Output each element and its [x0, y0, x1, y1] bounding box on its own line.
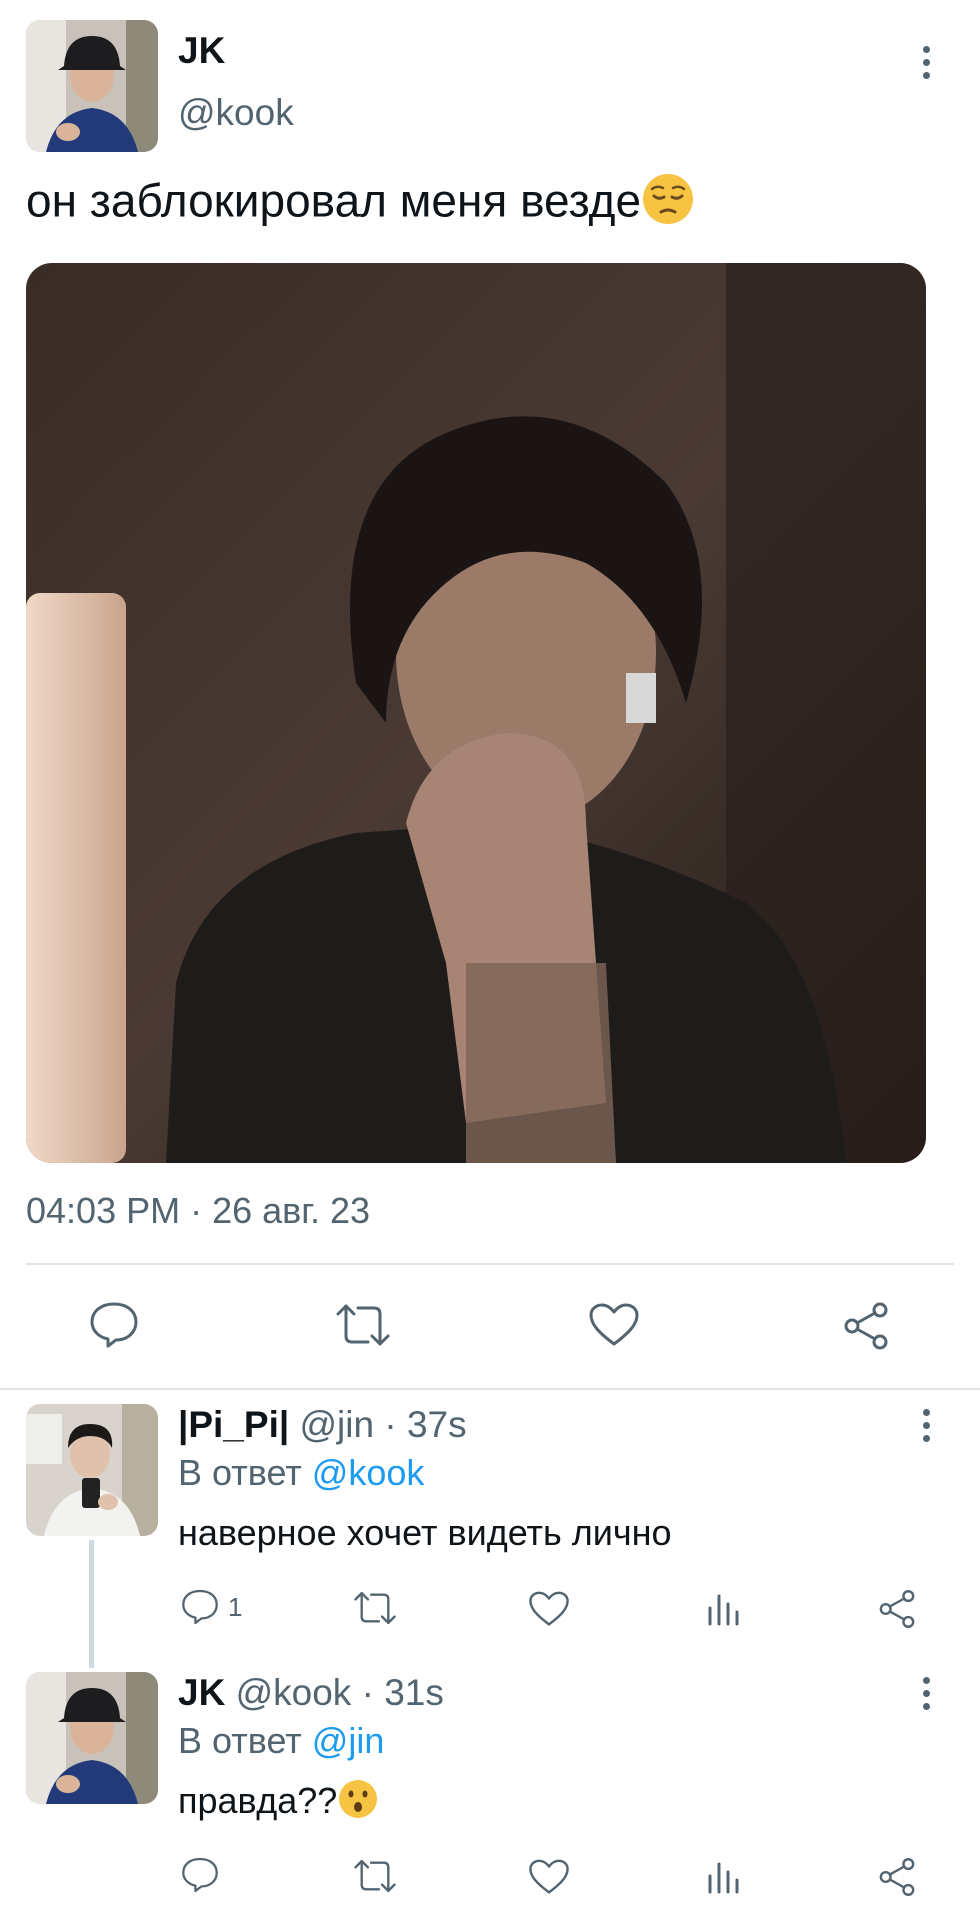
like-button[interactable]	[588, 1302, 640, 1348]
retweet-icon	[336, 1304, 390, 1346]
reply-author-handle[interactable]: @jin	[299, 1404, 374, 1445]
retweet-icon	[354, 1859, 396, 1893]
reply-button[interactable]	[180, 1856, 220, 1894]
analytics-button[interactable]	[706, 1590, 740, 1626]
reply-header: JK @kook · 31s	[178, 1672, 444, 1714]
analytics-icon	[708, 1594, 739, 1626]
analytics-button[interactable]	[706, 1858, 740, 1894]
reply-text: наверное хочет видеть лично	[178, 1512, 672, 1553]
reply-avatar[interactable]	[26, 1672, 158, 1804]
more-options-icon[interactable]	[911, 40, 941, 84]
reply-time[interactable]: · 37s	[384, 1404, 466, 1445]
reply-author-name[interactable]: JK	[178, 1672, 225, 1713]
author-name[interactable]: JK	[178, 30, 225, 72]
replying-to: В ответ @jin	[178, 1720, 384, 1762]
reply-time[interactable]: · 31s	[362, 1672, 444, 1713]
share-icon	[879, 1590, 915, 1628]
tweet-timestamp[interactable]: 04:03 PM · 26 авг. 23	[26, 1190, 370, 1232]
replying-to: В ответ @kook	[178, 1452, 424, 1494]
heart-icon	[529, 1859, 569, 1894]
reply-icon	[182, 1589, 218, 1625]
retweet-button[interactable]	[334, 1302, 392, 1348]
reply-count: 1	[228, 1591, 243, 1622]
retweet-button[interactable]	[352, 1590, 398, 1626]
share-button[interactable]	[840, 1300, 892, 1352]
share-icon	[844, 1302, 888, 1350]
share-button[interactable]	[876, 1856, 918, 1898]
reply-text-line: правда??	[178, 1778, 379, 1829]
thread-line	[89, 1540, 94, 1668]
heart-icon	[589, 1303, 639, 1346]
like-button[interactable]	[528, 1858, 570, 1896]
hushed-face-emoji-icon	[337, 1778, 379, 1829]
share-button[interactable]	[876, 1588, 918, 1630]
reply-button[interactable]: 1	[180, 1588, 242, 1626]
replying-to-label: В ответ	[178, 1720, 302, 1761]
analytics-icon	[708, 1862, 739, 1894]
reply-author-handle[interactable]: @kook	[236, 1672, 352, 1713]
like-button[interactable]	[528, 1590, 570, 1628]
tweet-text-line: он заблокировал меня везде	[26, 172, 695, 237]
section-divider	[0, 1388, 980, 1390]
reply-avatar[interactable]	[26, 1404, 158, 1536]
replying-to-handle[interactable]: @kook	[312, 1452, 425, 1493]
replying-to-label: В ответ	[178, 1452, 302, 1493]
divider	[26, 1263, 954, 1265]
reply-header: |Pi_Pi| @jin · 37s	[178, 1404, 467, 1446]
author-avatar[interactable]	[26, 20, 158, 152]
author-handle[interactable]: @kook	[178, 92, 294, 134]
tweet-text: он заблокировал меня везде	[26, 174, 642, 227]
reply-author-name[interactable]: |Pi_Pi|	[178, 1404, 289, 1445]
pensive-face-emoji-icon	[641, 172, 695, 237]
reply-text: правда??	[178, 1780, 338, 1822]
heart-icon	[529, 1591, 569, 1626]
retweet-button[interactable]	[352, 1858, 398, 1894]
replying-to-handle[interactable]: @jin	[312, 1720, 385, 1761]
more-options-icon[interactable]	[911, 1671, 941, 1715]
reply-button[interactable]	[88, 1300, 140, 1350]
reply-icon	[90, 1302, 138, 1348]
share-icon	[879, 1858, 915, 1896]
more-options-icon[interactable]	[911, 1403, 941, 1447]
tweet-media-image[interactable]	[26, 263, 926, 1163]
retweet-icon	[354, 1591, 396, 1625]
reply-icon	[182, 1857, 218, 1893]
